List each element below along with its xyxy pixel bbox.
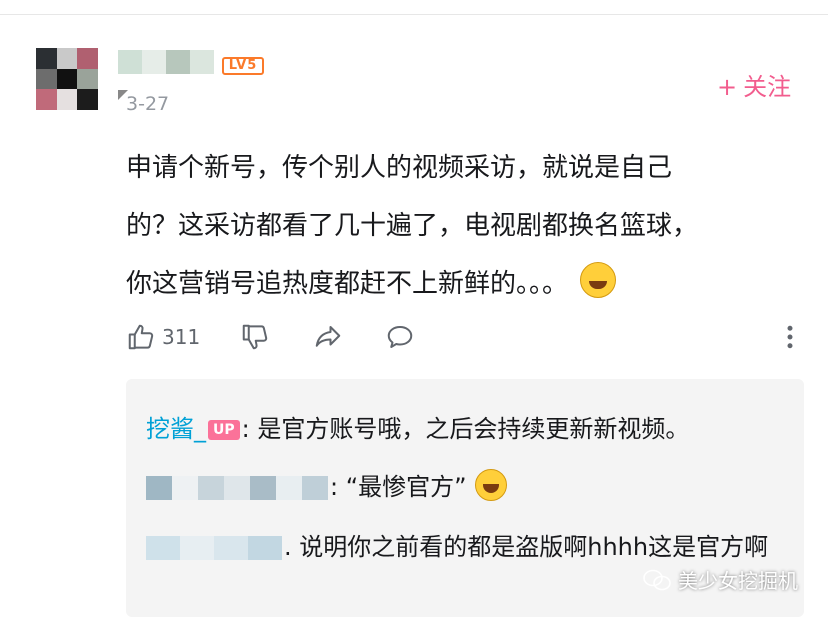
name-mosaic-cell — [214, 536, 248, 560]
laughing-crying-emoji-icon — [474, 469, 507, 501]
speech-bubble-icon — [387, 326, 413, 348]
thumbs-down-icon — [242, 324, 268, 350]
name-mosaic-cell — [172, 476, 198, 500]
comment-line: 申请个新号，传个别人的视频采访，就说是自己 — [126, 153, 673, 183]
name-mosaic-cell — [302, 476, 328, 500]
comment-actions: 311 — [126, 322, 806, 362]
watermark: 美少女挖掘机 — [642, 565, 798, 594]
share-button[interactable] — [312, 322, 344, 352]
name-mosaic-cell — [190, 50, 214, 74]
watermark-text: 美少女挖掘机 — [678, 569, 798, 593]
comment-body: 申请个新号，传个别人的视频采访，就说是自己 的？这采访都看了几十遍了，电视剧都换… — [126, 139, 786, 313]
comment-line: 的？这采访都看了几十遍了，电视剧都换名篮球， — [126, 211, 699, 241]
name-mosaic-cell — [146, 536, 180, 560]
reply-username[interactable]: 挖酱_ — [146, 415, 206, 443]
name-mosaic-cell — [146, 476, 172, 500]
avatar[interactable] — [36, 48, 98, 110]
avatar-mosaic-cell — [36, 89, 57, 110]
reply-item: 挖酱_ UP: 是官方账号哦，之后会持续更新新视频。 — [146, 409, 689, 444]
avatar-mosaic-cell — [56, 89, 78, 110]
avatar-mosaic-cell — [56, 68, 78, 90]
name-mosaic-cell — [250, 476, 276, 500]
avatar-mosaic-cell — [77, 48, 98, 69]
reply-text: : 是官方账号哦，之后会持续更新新视频。 — [241, 415, 690, 443]
more-options-button[interactable] — [784, 322, 796, 352]
comment-line-text: 你这营销号追热度都赶不上新鲜的。。。 — [126, 269, 569, 299]
plus-icon: + — [717, 73, 738, 101]
share-arrow-icon — [315, 326, 341, 347]
reply-username-blurred[interactable] — [146, 536, 282, 560]
reply-username-blurred[interactable] — [146, 476, 328, 500]
dislike-button[interactable] — [240, 322, 270, 352]
avatar-mosaic-cell — [77, 68, 98, 90]
name-mosaic-cell — [180, 536, 214, 560]
username-blurred[interactable] — [118, 50, 214, 74]
comment-line: 你这营销号追热度都赶不上新鲜的。。。 — [126, 255, 786, 313]
name-mosaic-cell — [198, 476, 224, 500]
name-mosaic-cell — [248, 536, 282, 560]
comment-date: 3-27 — [126, 93, 170, 115]
thumbs-up-icon — [128, 324, 154, 350]
name-mosaic-cell — [224, 476, 250, 500]
name-mosaic-cell — [142, 50, 166, 74]
reply-item: : “最惨官方” — [146, 467, 507, 502]
avatar-mosaic-cell — [36, 68, 57, 90]
like-count: 311 — [162, 325, 201, 349]
level-badge: LV5 — [222, 57, 264, 75]
avatar-mosaic-cell — [77, 89, 98, 110]
laughing-emoji-icon — [580, 262, 617, 298]
top-divider — [0, 14, 828, 15]
up-badge: UP — [208, 420, 240, 440]
name-mosaic-cell — [118, 50, 142, 74]
reply-text: . 说明你之前看的都是盗版啊hhhh这是官方啊 — [284, 533, 769, 561]
reply-button[interactable] — [384, 322, 416, 352]
avatar-mosaic-cell — [56, 48, 78, 69]
reply-item: . 说明你之前看的都是盗版啊hhhh这是官方啊 — [146, 529, 786, 565]
follow-label: 关注 — [743, 73, 792, 101]
reply-text: : “最惨官方” — [330, 473, 467, 501]
follow-button[interactable]: + 关注 — [717, 67, 791, 102]
wechat-icon — [643, 569, 671, 590]
name-mosaic-cell — [276, 476, 302, 500]
avatar-mosaic-cell — [36, 48, 57, 69]
name-mosaic-cell — [166, 50, 190, 74]
more-vertical-icon — [787, 325, 793, 349]
like-button[interactable]: 311 — [126, 322, 200, 352]
